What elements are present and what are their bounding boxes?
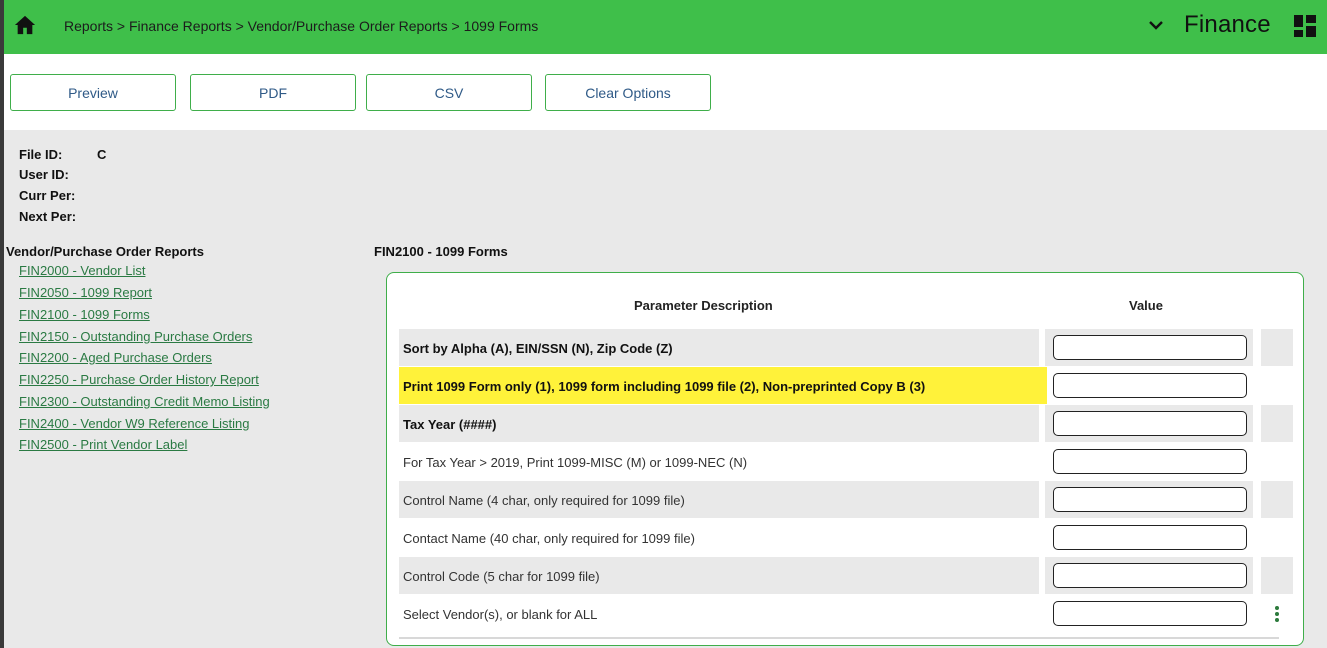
- parameter-description-header: Parameter Description: [634, 298, 773, 313]
- tax-year-input[interactable]: [1053, 411, 1247, 436]
- sidebar-item-fin2100[interactable]: FIN2100 - 1099 Forms: [19, 307, 150, 322]
- control-code-input[interactable]: [1053, 563, 1247, 588]
- top-bar: Reports > Finance Reports > Vendor/Purch…: [4, 0, 1327, 54]
- curr-per-label: Curr Per:: [19, 188, 76, 203]
- param-print-option-label: Print 1099 Form only (1), 1099 form incl…: [403, 379, 926, 394]
- param-tax-year-label: Tax Year (####): [403, 417, 497, 432]
- param-sort-label: Sort by Alpha (A), EIN/SSN (N), Zip Code…: [403, 341, 673, 356]
- file-id-label: File ID:: [19, 147, 63, 162]
- file-id-row: File ID: C: [19, 147, 106, 162]
- toolbar: Preview PDF CSV Clear Options: [4, 54, 1327, 130]
- form-type-input[interactable]: [1053, 449, 1247, 474]
- sidebar-item-fin2250[interactable]: FIN2250 - Purchase Order History Report: [19, 372, 259, 387]
- breadcrumb: Reports > Finance Reports > Vendor/Purch…: [64, 18, 539, 34]
- file-id-value: C: [97, 147, 107, 162]
- table-divider: [399, 637, 1279, 639]
- param-form-type-label: For Tax Year > 2019, Print 1099-MISC (M)…: [403, 455, 748, 470]
- grid-icon[interactable]: [1294, 15, 1316, 37]
- sort-by-input[interactable]: [1053, 335, 1247, 360]
- sidebar-item-fin2000[interactable]: FIN2000 - Vendor List: [19, 263, 145, 278]
- row-action-cell: [1261, 481, 1293, 518]
- chevron-down-icon[interactable]: [1147, 15, 1165, 35]
- control-name-input[interactable]: [1053, 487, 1247, 512]
- csv-button[interactable]: CSV: [366, 74, 532, 111]
- next-per-label: Next Per:: [19, 209, 77, 224]
- sidebar-item-fin2200[interactable]: FIN2200 - Aged Purchase Orders: [19, 350, 212, 365]
- parameter-panel: Parameter Description Value Sort by Alph…: [386, 272, 1304, 646]
- param-contact-name-label: Contact Name (40 char, only required for…: [403, 531, 695, 546]
- sidebar-item-fin2400[interactable]: FIN2400 - Vendor W9 Reference Listing: [19, 416, 250, 431]
- report-title: FIN2100 - 1099 Forms: [374, 244, 508, 259]
- user-id-label: User ID:: [19, 167, 69, 182]
- row-action-cell: [1261, 557, 1293, 594]
- contact-name-input[interactable]: [1053, 525, 1247, 550]
- sidebar-item-fin2300[interactable]: FIN2300 - Outstanding Credit Memo Listin…: [19, 394, 270, 409]
- sidebar-item-fin2050[interactable]: FIN2050 - 1099 Report: [19, 285, 152, 300]
- sidebar-item-fin2500[interactable]: FIN2500 - Print Vendor Label: [19, 437, 187, 452]
- row-action-cell: [1261, 405, 1293, 442]
- param-control-code-label: Control Code (5 char for 1099 file): [403, 569, 600, 584]
- kebab-icon[interactable]: [1267, 603, 1287, 625]
- value-header: Value: [1129, 298, 1163, 313]
- print-option-input[interactable]: [1053, 373, 1247, 398]
- select-vendor-input[interactable]: [1053, 601, 1247, 626]
- param-select-vendor-label: Select Vendor(s), or blank for ALL: [403, 607, 598, 622]
- home-icon[interactable]: [14, 14, 36, 36]
- clear-options-button[interactable]: Clear Options: [545, 74, 711, 111]
- sidebar-title: Vendor/Purchase Order Reports: [6, 244, 204, 259]
- pdf-button[interactable]: PDF: [190, 74, 356, 111]
- preview-button[interactable]: Preview: [10, 74, 176, 111]
- app-title: Finance: [1184, 11, 1271, 38]
- row-action-cell: [1261, 329, 1293, 366]
- param-control-name-label: Control Name (4 char, only required for …: [403, 493, 685, 508]
- sidebar-item-fin2150[interactable]: FIN2150 - Outstanding Purchase Orders: [19, 329, 252, 344]
